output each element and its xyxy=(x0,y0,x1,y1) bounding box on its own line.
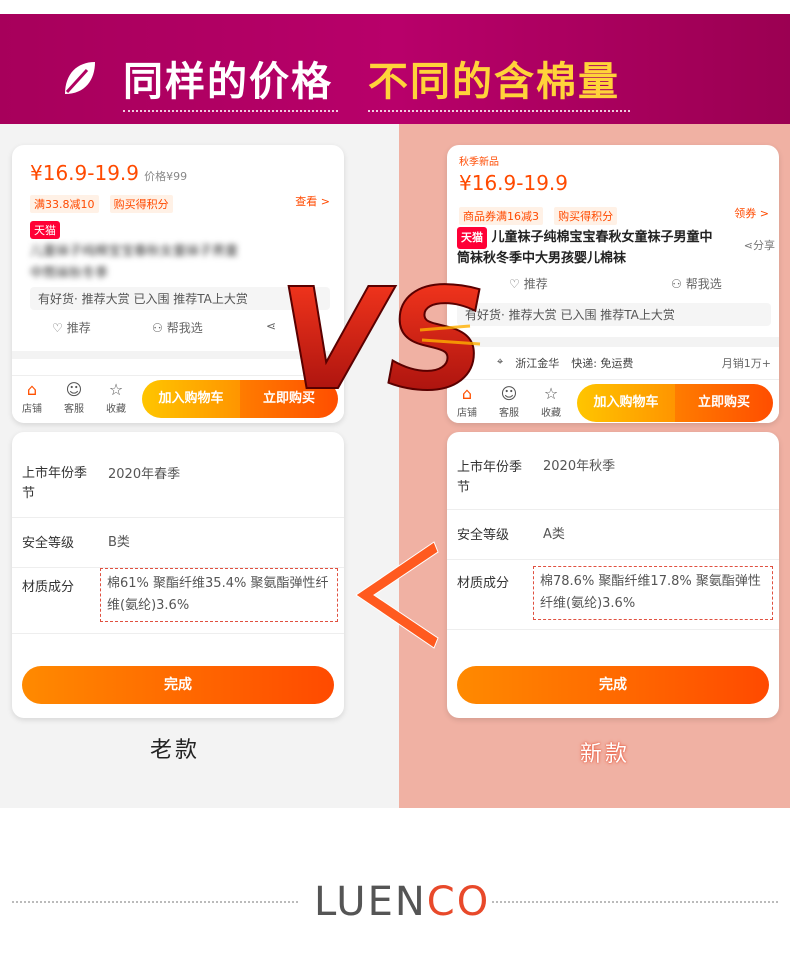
old-price: ¥16.9-19.9 xyxy=(30,161,140,185)
banner-title-left: 同样的价格 xyxy=(123,59,333,105)
new-spec-year-label: 上市年份季节 xyxy=(457,460,523,495)
old-coupon-2[interactable]: 购买得积分 xyxy=(109,195,173,213)
new-ship-fee: 快递: 免运费 xyxy=(571,357,634,370)
old-tab-shop[interactable]: ⌂ 店铺 xyxy=(16,380,48,415)
old-caption: 老款 xyxy=(150,738,201,763)
new-coupon-link[interactable]: 领券 > xyxy=(734,205,769,221)
new-spec-material-value: 棉78.6% 聚酯纤维17.8% 聚氨酯弹性纤维(氨纶)3.6% xyxy=(533,566,773,620)
old-specs-card: 上市年份季节 2020年春季 安全等级 B类 材质成分 棉61% 聚酯纤维35.… xyxy=(12,432,344,718)
users-icon: ⚇ xyxy=(152,320,163,335)
new-spec-material-row: 材质成分 棉78.6% 聚酯纤维17.8% 聚氨酯弹性纤维(氨纶)3.6% xyxy=(447,560,779,630)
new-spec-year-row: 上市年份季节 2020年秋季 xyxy=(447,432,779,510)
vs-graphic: VS xyxy=(277,258,488,423)
old-action-help[interactable]: ⚇ 帮我选 xyxy=(152,319,203,336)
new-season-tag: 秋季新品 xyxy=(459,157,499,168)
new-share-label: 分享 xyxy=(753,239,775,252)
old-original-price: 价格¥99 xyxy=(144,170,188,183)
banner-underline-right xyxy=(368,110,630,112)
banner-title-right: 不同的含棉量 xyxy=(368,59,620,105)
top-banner: 同样的价格 不同的含棉量 xyxy=(0,14,790,124)
vs-text: VS xyxy=(278,260,487,420)
leaf-icon xyxy=(65,62,95,94)
old-spec-material-label: 材质成分 xyxy=(22,580,75,595)
vs-emblem: VS xyxy=(270,258,530,423)
new-spec-year-value: 2020年秋季 xyxy=(543,459,616,474)
footer-line-left xyxy=(12,901,298,903)
new-coupon-2[interactable]: 购买得积分 xyxy=(554,207,618,225)
compare-less-than: < xyxy=(350,540,440,650)
new-share-button[interactable]: ⋖分享 xyxy=(744,237,775,253)
old-coupon-1[interactable]: 满33.8减10 xyxy=(30,195,99,213)
new-tab-fav[interactable]: ☆ 收藏 xyxy=(535,384,567,419)
old-view-link[interactable]: 查看 > xyxy=(295,193,330,209)
old-add-to-cart-button[interactable]: 加入购物车 xyxy=(142,380,240,418)
old-spec-year-label: 上市年份季节 xyxy=(22,466,88,501)
new-spec-safety-label: 安全等级 xyxy=(457,528,510,543)
shop-icon: ⌂ xyxy=(26,380,38,399)
new-coupon-1[interactable]: 商品券满16减3 xyxy=(459,207,543,225)
new-done-button[interactable]: 完成 xyxy=(457,666,769,704)
brand-part1: LUEN xyxy=(314,879,427,925)
old-tab-fav-label: 收藏 xyxy=(106,404,126,415)
old-spec-material-row: 材质成分 棉61% 聚酯纤维35.4% 聚氨酯弹性纤维(氨纶)3.6% xyxy=(12,568,344,634)
old-action-help-label: 帮我选 xyxy=(166,321,203,335)
old-spec-safety-row: 安全等级 B类 xyxy=(12,518,344,568)
new-spec-material-label: 材质成分 xyxy=(457,576,510,591)
new-tmall-badge: 天猫 xyxy=(457,227,487,249)
share-icon: ⋖ xyxy=(743,239,753,252)
footer-line-right xyxy=(492,901,778,903)
old-product-title-blurred: 儿童袜子纯棉宝宝春秋女童袜子男童中筒袜秋冬季 xyxy=(30,244,239,281)
new-price: ¥16.9-19.9 xyxy=(459,171,569,195)
old-tab-fav[interactable]: ☆ 收藏 xyxy=(100,380,132,415)
old-spec-material-value: 棉61% 聚酯纤维35.4% 聚氨酯弹性纤维(氨纶)3.6% xyxy=(100,568,338,622)
less-than-icon xyxy=(355,541,439,649)
banner-underline-left xyxy=(123,110,338,112)
old-spec-safety-value: B类 xyxy=(108,535,130,550)
star-icon: ☆ xyxy=(108,380,124,399)
new-action-help[interactable]: ⚇ 帮我选 xyxy=(671,275,722,292)
new-action-help-label: 帮我选 xyxy=(685,277,722,291)
new-add-to-cart-button[interactable]: 加入购物车 xyxy=(577,384,675,422)
old-tab-service[interactable]: ☺ 客服 xyxy=(58,380,90,415)
new-spec-safety-value: A类 xyxy=(543,527,565,542)
old-done-button[interactable]: 完成 xyxy=(22,666,334,704)
heart-icon: ♡ xyxy=(52,320,63,335)
old-action-recommend[interactable]: ♡ 推荐 xyxy=(52,319,91,336)
new-tab-fav-label: 收藏 xyxy=(541,408,561,419)
old-tab-shop-label: 店铺 xyxy=(22,404,42,415)
new-specs-card: 上市年份季节 2020年秋季 安全等级 A类 材质成分 棉78.6% 聚酯纤维1… xyxy=(447,432,779,718)
users-icon: ⚇ xyxy=(671,276,682,291)
old-spec-year-row: 上市年份季节 2020年春季 xyxy=(12,432,344,518)
brand-logo: LUENCO xyxy=(314,878,490,926)
old-tab-service-label: 客服 xyxy=(64,404,84,415)
old-spec-year-value: 2020年春季 xyxy=(108,467,181,482)
old-action-recommend-label: 推荐 xyxy=(66,321,91,335)
brand-part2: CO xyxy=(426,879,491,925)
star-icon: ☆ xyxy=(543,384,559,403)
old-spec-safety-label: 安全等级 xyxy=(22,536,75,551)
new-monthly-sales: 月销1万+ xyxy=(721,357,771,370)
service-icon: ☺ xyxy=(65,380,83,399)
new-buy-now-button[interactable]: 立即购买 xyxy=(675,384,773,422)
new-caption: 新款 xyxy=(580,742,631,767)
old-tmall-badge: 天猫 xyxy=(30,221,60,239)
new-spec-safety-row: 安全等级 A类 xyxy=(447,510,779,560)
